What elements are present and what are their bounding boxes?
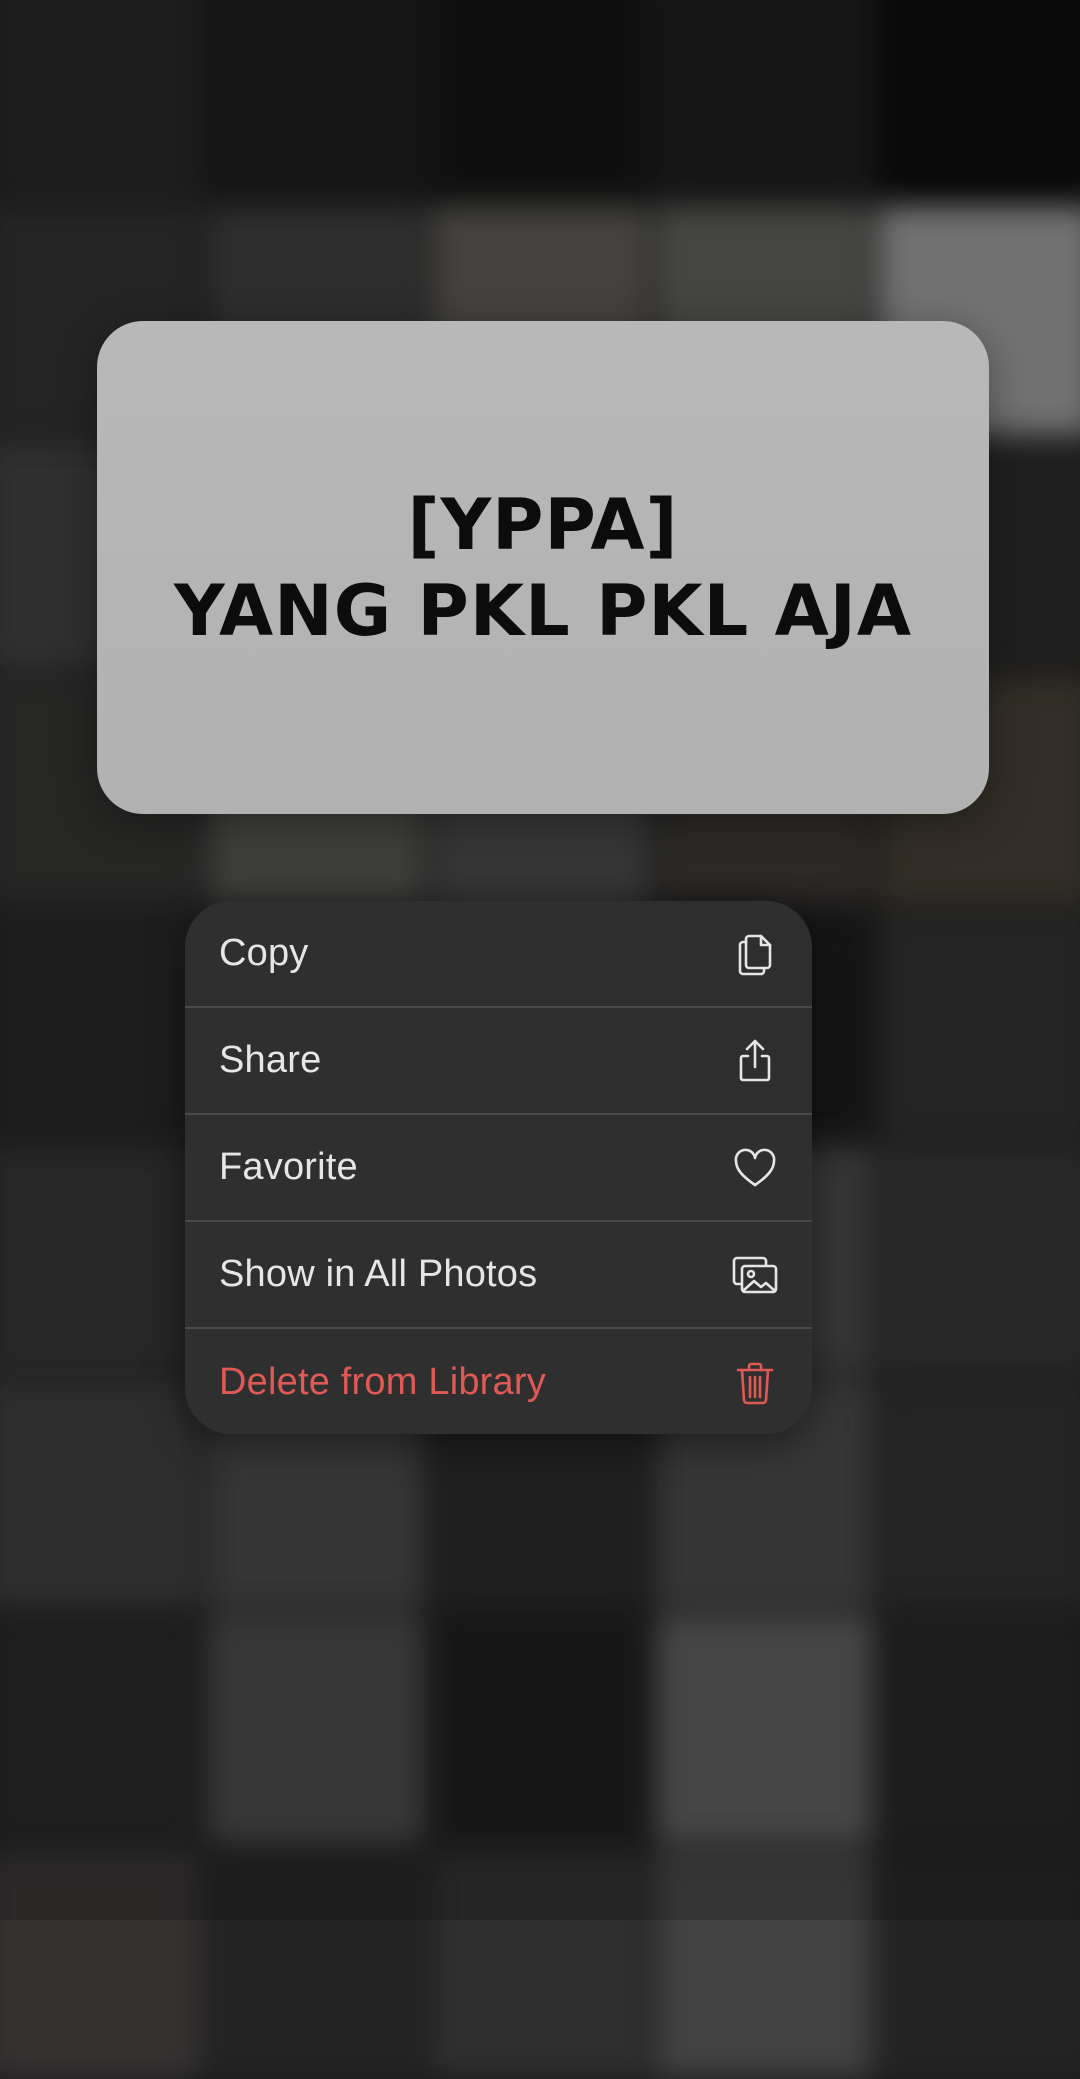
copy-menu-item[interactable]: Copy [185,901,812,1008]
preview-text-line-2: YANG PKL PKL AJA [173,569,912,652]
heart-icon [732,1145,778,1191]
share-icon [732,1038,778,1084]
show-in-all-photos-menu-item[interactable]: Show in All Photos [185,1222,812,1329]
trash-icon [732,1360,778,1406]
delete-from-library-menu-item[interactable]: Delete from Library [185,1329,812,1434]
preview-text-line-1: [YPPA] [407,483,679,566]
share-menu-item[interactable]: Share [185,1008,812,1115]
photos-icon [732,1252,778,1298]
menu-item-label: Share [219,1039,322,1081]
menu-item-label: Favorite [219,1146,358,1188]
menu-item-label: Copy [219,932,309,974]
copy-icon [732,931,778,977]
photo-preview-card[interactable]: [YPPA] YANG PKL PKL AJA [97,321,989,814]
menu-item-label: Delete from Library [219,1361,546,1403]
favorite-menu-item[interactable]: Favorite [185,1115,812,1222]
context-menu: Copy Share Favorite Show in All Photos D… [185,901,812,1434]
menu-item-label: Show in All Photos [219,1253,538,1295]
